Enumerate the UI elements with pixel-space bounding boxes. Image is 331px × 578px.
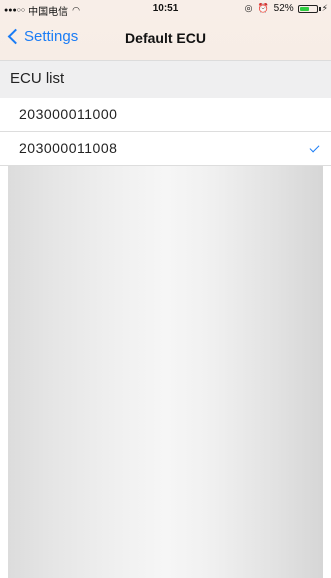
- ecu-list-item-selected[interactable]: 203000011008: [0, 132, 331, 166]
- status-right: ◎ ⏰ 52% ⚡: [245, 3, 328, 14]
- frame-edge-right: [323, 166, 331, 578]
- section-header: ECU list: [0, 60, 331, 98]
- top-frame: ●●●○○ 中国电信 ◠ 10:51 ◎ ⏰ 52% ⚡ Settings De…: [0, 0, 331, 60]
- battery-tip: [318, 6, 321, 11]
- ecu-list: 203000011000 203000011008: [0, 98, 331, 166]
- ecu-list-item[interactable]: 203000011000: [0, 98, 331, 132]
- screen: ●●●○○ 中国电信 ◠ 10:51 ◎ ⏰ 52% ⚡ Settings De…: [0, 0, 331, 578]
- charging-icon: ⚡: [321, 3, 328, 13]
- ecu-list-item-label: 203000011000: [19, 106, 118, 122]
- page-title: Default ECU: [125, 30, 206, 46]
- battery-icon: [297, 4, 318, 13]
- frame-edge-left: [0, 166, 8, 578]
- alarm-icon: ⏰: [257, 3, 269, 13]
- checkmark-icon: [309, 142, 320, 153]
- status-bar: ●●●○○ 中国电信 ◠ 10:51 ◎ ⏰ 52% ⚡: [0, 0, 331, 20]
- section-header-label: ECU list: [10, 70, 65, 87]
- battery-fill: [299, 6, 310, 11]
- ecu-list-item-label: 203000011008: [19, 140, 118, 156]
- location-icon: ◎: [244, 3, 253, 13]
- navigation-bar: Settings Default ECU: [0, 20, 331, 60]
- battery-percent: 52%: [273, 3, 294, 14]
- empty-content-area: [8, 166, 323, 578]
